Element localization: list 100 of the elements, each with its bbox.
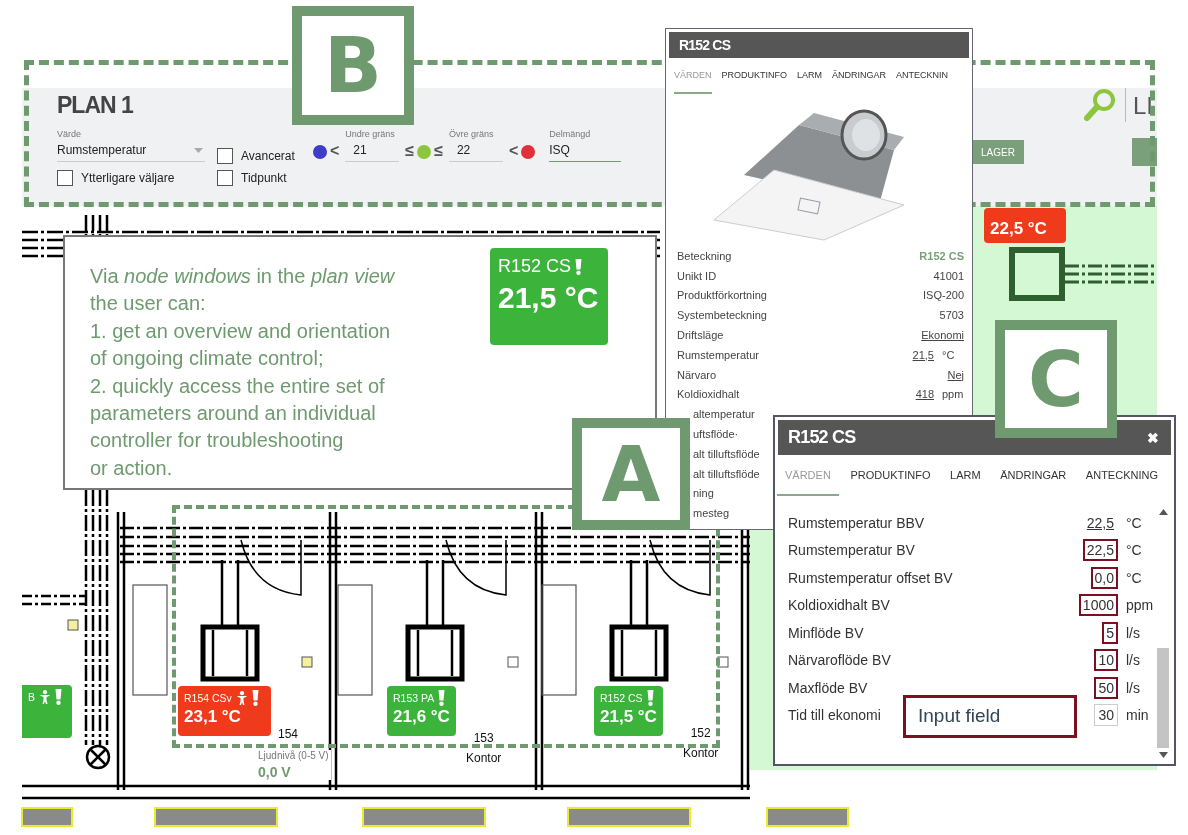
tab[interactable]: ÄNDRINGAR bbox=[832, 58, 887, 94]
subset-input[interactable]: ISQ bbox=[549, 143, 622, 162]
annotation-label: A bbox=[572, 418, 690, 530]
unit-label: °C bbox=[1125, 514, 1143, 531]
field-label: Rumstemperatur bbox=[677, 348, 759, 361]
annotation-note: Input field bbox=[903, 695, 1077, 738]
field-label: mesteg bbox=[693, 507, 730, 520]
unit-label: l/s bbox=[1125, 652, 1141, 669]
field-label: Närvaroflöde BV bbox=[788, 652, 891, 669]
tab[interactable]: PRODUKTINFO bbox=[842, 455, 939, 496]
comparison-sign: ≤ bbox=[405, 142, 415, 160]
field-label: Närvaro bbox=[677, 368, 717, 381]
room-number: 154 bbox=[278, 727, 299, 741]
field-label: Maxflöde BV bbox=[788, 679, 868, 696]
sensor-square bbox=[717, 656, 729, 668]
window-title: R152 CS bbox=[788, 427, 856, 448]
tab[interactable]: ÄNDRINGAR bbox=[992, 455, 1075, 496]
temperature-reading: 21,5 °C bbox=[600, 707, 657, 727]
room-name: Kontor bbox=[683, 746, 719, 760]
callout-text: Via node windows in the plan view the user can: 1. get an overview and orientation of ongoing climate control; 2. quickly access the entire set of parameters around an individual controller for troubleshooting or action. bbox=[90, 264, 396, 481]
door-swing bbox=[445, 539, 507, 596]
checkbox[interactable] bbox=[217, 170, 233, 186]
field-label: alt tilluftsflöde bbox=[693, 467, 760, 480]
value-input[interactable]: 30 bbox=[1094, 704, 1118, 727]
checkbox[interactable] bbox=[217, 148, 233, 164]
unit-label: min bbox=[1125, 707, 1150, 724]
field-label: Delmängd bbox=[549, 129, 592, 139]
unit-label: °C bbox=[942, 348, 956, 361]
damper-symbol bbox=[85, 744, 111, 770]
tab[interactable]: ANTECKNIN bbox=[896, 58, 949, 94]
setpoint-value: 1000 bbox=[1078, 594, 1118, 617]
checkbox[interactable] bbox=[57, 170, 73, 186]
badge-label: R153 PA bbox=[393, 692, 435, 704]
unit-label: l/s bbox=[1125, 624, 1141, 641]
status-badge[interactable]: R154 CSv 23,1 °C bbox=[178, 686, 271, 736]
caret-icon bbox=[194, 147, 203, 153]
field-label: Rumstemperatur BBV bbox=[788, 514, 925, 531]
temperature-reading: 21,6 °C bbox=[393, 707, 450, 727]
checkbox-label: Tidpunkt bbox=[241, 171, 287, 185]
value-link[interactable]: Nej bbox=[947, 368, 964, 381]
field-label: Beteckning bbox=[677, 249, 732, 262]
close-button[interactable]: ✖ bbox=[1147, 429, 1159, 446]
field-label: uftsflöde· bbox=[693, 428, 739, 441]
value-link[interactable]: 22,5 bbox=[1082, 511, 1118, 534]
field-label: Minflöde BV bbox=[788, 624, 864, 641]
field-label: Unikt ID bbox=[677, 269, 717, 282]
sensor-square bbox=[67, 619, 79, 631]
unit-label: ppm bbox=[1125, 597, 1155, 614]
field-label: Koldioxidhalt BV bbox=[788, 597, 890, 614]
value-link[interactable]: 21,5 bbox=[912, 348, 934, 361]
field-label: Undre gräns bbox=[345, 129, 396, 139]
door-swing bbox=[240, 539, 302, 596]
value-link[interactable]: Ekonomi bbox=[921, 329, 964, 342]
tab[interactable]: ANTECKNING bbox=[1077, 455, 1166, 496]
annotation-label: B bbox=[292, 6, 414, 125]
field-label: Tid till ekonomi bbox=[788, 707, 881, 724]
scroll-down-icon bbox=[1158, 752, 1168, 758]
plan-title: PLAN 1 bbox=[57, 92, 133, 120]
comparison-sign: ≤ bbox=[434, 142, 443, 160]
field-label: altemperatur bbox=[693, 408, 755, 421]
comparison-sign: < bbox=[508, 142, 519, 160]
scroll-up-icon bbox=[1158, 509, 1168, 515]
room-name: Kontor bbox=[466, 751, 502, 765]
checkbox-label: Ytterligare väljare bbox=[81, 171, 175, 185]
badge-label: B bbox=[28, 691, 35, 703]
unit-label: °C bbox=[1125, 542, 1143, 559]
value-text: 5703 bbox=[939, 309, 964, 322]
scrollbar-thumb[interactable] bbox=[1157, 648, 1169, 748]
value-text: R152 CS bbox=[919, 249, 964, 262]
sensor-square bbox=[301, 656, 313, 668]
room-number: 152 bbox=[689, 726, 712, 740]
badge-label: R152 CS bbox=[498, 256, 572, 277]
tab[interactable]: LARM bbox=[797, 58, 823, 94]
value-text: 41001 bbox=[933, 269, 964, 282]
badge-label: R154 CSv bbox=[184, 692, 232, 704]
limit-input[interactable]: 22 bbox=[448, 143, 503, 162]
unit-label: l/s bbox=[1125, 679, 1141, 696]
field-label: Värde bbox=[57, 129, 83, 139]
field-label: alt tilluftsflöde bbox=[693, 447, 760, 460]
temperature-reading: 23,1 °C bbox=[184, 707, 242, 727]
tab[interactable]: PRODUKTINFO bbox=[721, 58, 788, 94]
setpoint-value: 5 bbox=[1102, 621, 1118, 644]
tab[interactable]: LARM bbox=[942, 455, 989, 496]
annotation-label: C bbox=[995, 320, 1117, 438]
field-label: Rumstemperatur offset BV bbox=[788, 569, 953, 586]
unit-label: ppm bbox=[942, 388, 964, 401]
limit-input[interactable]: 21 bbox=[345, 143, 400, 162]
field-label: Driftsläge bbox=[677, 329, 724, 342]
sensor-label: Ljudnivå (0-5 V) bbox=[258, 750, 329, 761]
search-icon bbox=[1084, 88, 1116, 122]
badge-label: R152 CS bbox=[600, 692, 643, 704]
comparison-sign: < bbox=[330, 142, 340, 160]
setpoint-value: 50 bbox=[1094, 676, 1118, 699]
value-link[interactable]: 418 bbox=[915, 388, 934, 401]
scrollbar[interactable] bbox=[1156, 506, 1170, 761]
sensor-square bbox=[507, 656, 519, 668]
status-badge[interactable]: 22,5 °C bbox=[984, 208, 1066, 243]
field-label: Produktförkortning bbox=[677, 289, 767, 302]
door-swing bbox=[649, 539, 711, 596]
value-dropdown[interactable]: Rumstemperatur bbox=[57, 143, 205, 162]
